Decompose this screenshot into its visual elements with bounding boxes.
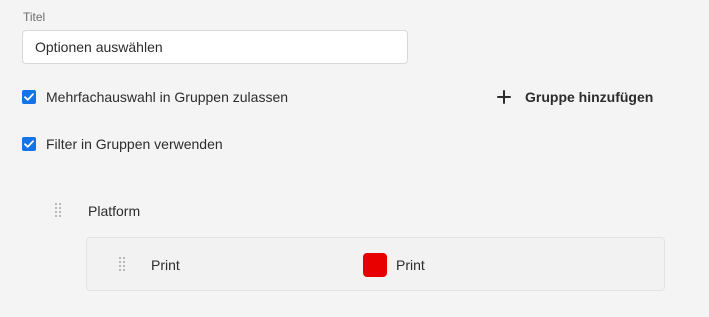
group-option-row[interactable]: Print Print	[86, 237, 665, 291]
color-swatch-label: Print	[396, 257, 425, 273]
multi-select-label: Mehrfachauswahl in Gruppen zulassen	[46, 89, 289, 105]
group-drag-handle-icon[interactable]	[55, 203, 61, 217]
add-group-label: Gruppe hinzufügen	[525, 89, 654, 105]
title-field-label: Titel	[23, 10, 46, 24]
option-drag-handle-icon[interactable]	[119, 257, 125, 271]
checkmark-icon	[24, 93, 34, 101]
multi-select-checkbox[interactable]	[22, 90, 36, 104]
color-swatch[interactable]	[363, 253, 387, 277]
multi-select-checkbox-row[interactable]: Mehrfachauswahl in Gruppen zulassen	[22, 87, 288, 107]
use-filter-checkbox[interactable]	[22, 137, 36, 151]
title-input[interactable]	[22, 30, 408, 64]
use-filter-checkbox-row[interactable]: Filter in Gruppen verwenden	[22, 134, 223, 154]
group-name: Platform	[88, 203, 141, 219]
plus-icon	[497, 90, 511, 104]
checkmark-icon	[24, 140, 34, 148]
option-label: Print	[151, 257, 180, 273]
add-group-button[interactable]: Gruppe hinzufügen	[497, 85, 653, 109]
use-filter-label: Filter in Gruppen verwenden	[46, 136, 223, 152]
